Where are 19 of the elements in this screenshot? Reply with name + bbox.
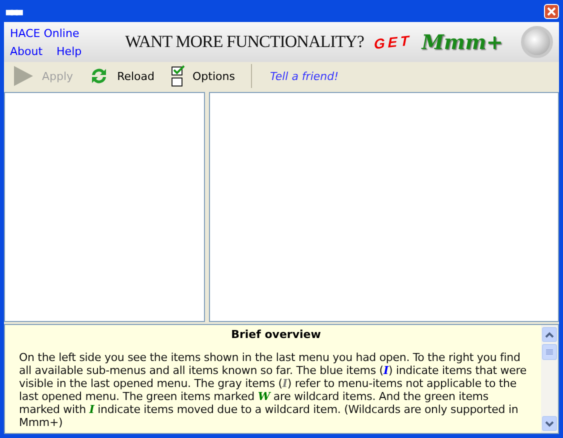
overview-title: Brief overview [230, 328, 322, 341]
toolbar-button[interactable]: Options [166, 63, 239, 89]
close-button[interactable] [544, 4, 559, 18]
toolbar-button[interactable]: Reload [85, 64, 158, 88]
banner-get: GET [374, 32, 412, 52]
scroll-thumb[interactable] [542, 344, 557, 360]
checklist-icon [170, 65, 184, 87]
product-logo: Mmm+ [422, 30, 503, 54]
window-title-mark: ▄▄▄ [6, 6, 21, 16]
play-icon [12, 65, 34, 87]
scroll-up-button[interactable] [542, 327, 557, 342]
scroll-down-button[interactable] [542, 416, 557, 431]
menu-link[interactable]: About [10, 44, 43, 58]
overview-text: On the left side you see the items shown in the last menu you had open. To the right you find all available sub-menus and all items known so far. The blue items (I) indicate items that were visible in the last opened menu. The gray items (I) refer to menu-items not applicable to the last opened menu. The green items marked W are wildcard items. And the green items marked with I indicate items moved due to a wildcard item. (Wildcards are only supported in Mmm+) [19, 351, 528, 429]
menu-link[interactable]: Help [56, 44, 82, 58]
menu-link[interactable]: HACE Online [10, 26, 126, 40]
close-icon [547, 6, 556, 16]
tell-friend-link[interactable]: Tell a friend! [270, 70, 339, 82]
banner-headline: WANT MORE FUNCTIONALITY? [125, 32, 364, 52]
